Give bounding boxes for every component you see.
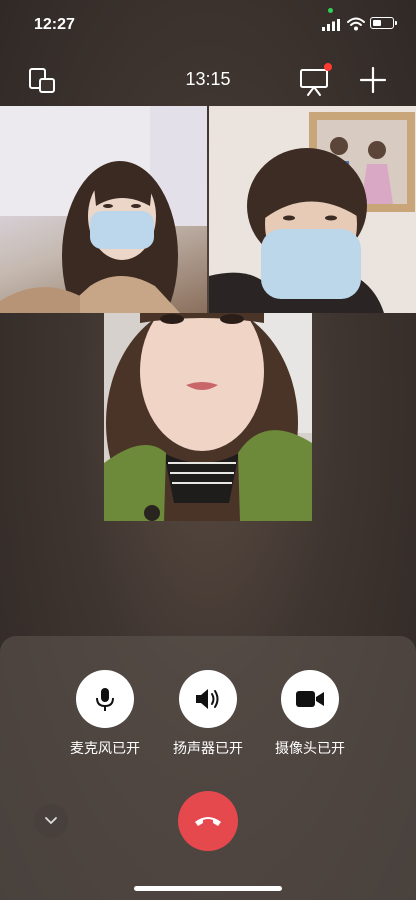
video-call-screen: 12:27 13:15 麦克风已开 扬声器已开 摄像头已开 [0,0,416,900]
participant-video-image [0,106,207,313]
speaker-button[interactable] [179,670,237,728]
call-top-bar: 13:15 [0,55,416,105]
participant-video-image [209,106,416,313]
home-indicator[interactable] [134,886,282,891]
collapse-panel-button[interactable] [34,804,68,838]
camera-in-use-indicator [328,8,333,13]
microphone-label: 麦克风已开 [70,741,140,757]
participant-video-tile[interactable] [104,313,312,521]
wifi-icon [347,17,365,31]
speaker-toggle[interactable]: 扬声器已开 [158,670,258,758]
video-camera-icon [296,691,324,707]
microphone-toggle[interactable]: 麦克风已开 [55,670,155,758]
chevron-down-icon [45,817,57,825]
camera-label: 摄像头已开 [275,741,345,757]
speaker-icon [196,689,219,709]
battery-icon [370,17,397,29]
cellular-signal-icon [322,19,340,31]
camera-button[interactable] [281,670,339,728]
participant-video-image [104,313,312,521]
notification-dot [324,63,332,71]
camera-toggle[interactable]: 摄像头已开 [260,670,360,758]
microphone-icon [96,688,114,711]
speaker-label: 扬声器已开 [173,741,243,757]
hang-up-button[interactable] [178,791,238,851]
call-duration: 13:15 [185,69,231,89]
microphone-button[interactable] [76,670,134,728]
call-control-panel: 麦克风已开 扬声器已开 摄像头已开 [0,636,416,900]
add-participant-icon[interactable] [358,65,388,95]
status-time: 12:27 [34,16,75,33]
status-bar: 12:27 [0,0,416,50]
participant-video-tile[interactable] [209,106,416,313]
phone-hang-up-icon [195,817,221,826]
participant-video-tile[interactable] [0,106,207,313]
